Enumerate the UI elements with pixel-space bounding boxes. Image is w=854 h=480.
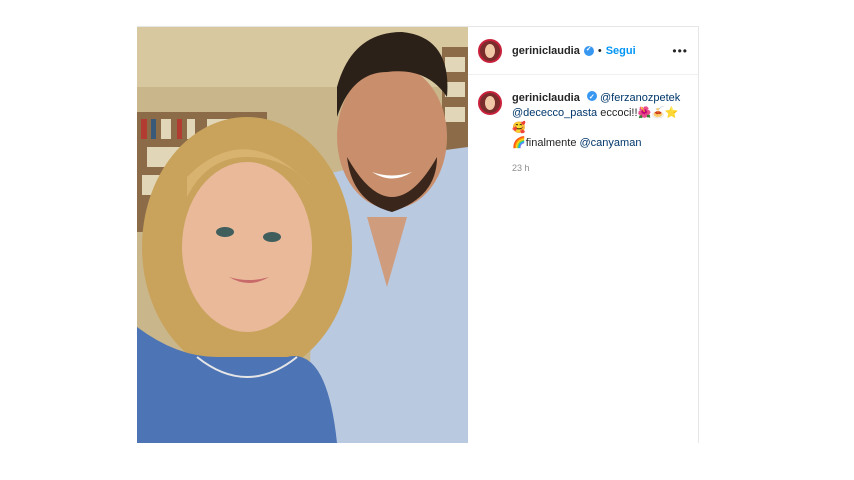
caption-username[interactable]: geriniclaudia (512, 92, 580, 104)
rainbow-emoji: 🌈 (512, 137, 526, 149)
follow-button[interactable]: Segui (606, 45, 636, 57)
caption-text-1: eccoci!! (597, 107, 638, 119)
separator-dot: • (597, 44, 602, 57)
username-link[interactable]: geriniclaudia (512, 45, 580, 57)
caption: geriniclaudia @ferzanozpetek @dececco_pa… (468, 75, 698, 176)
caption-text-2: finalmente (525, 137, 580, 149)
instagram-post: geriniclaudia • Segui ••• geriniclaudia … (137, 26, 699, 443)
verified-badge-icon (583, 45, 594, 56)
avatar[interactable] (478, 38, 502, 63)
post-sidebar: geriniclaudia • Segui ••• geriniclaudia … (468, 27, 698, 443)
post-header: geriniclaudia • Segui ••• (468, 27, 698, 75)
caption-avatar[interactable] (478, 91, 502, 115)
caption-text: geriniclaudia @ferzanozpetek @dececco_pa… (512, 90, 687, 176)
mention-dececco-pasta[interactable]: @dececco_pasta (512, 107, 597, 119)
mention-ferzanozpetek[interactable]: @ferzanozpetek (600, 92, 680, 104)
selfie-image (137, 27, 468, 443)
post-photo[interactable] (137, 27, 468, 443)
more-options-icon[interactable]: ••• (672, 44, 688, 58)
mention-canyaman[interactable]: @canyaman (580, 137, 642, 149)
caption-verified-icon (586, 90, 597, 105)
post-timestamp[interactable]: 23 h (512, 161, 687, 176)
